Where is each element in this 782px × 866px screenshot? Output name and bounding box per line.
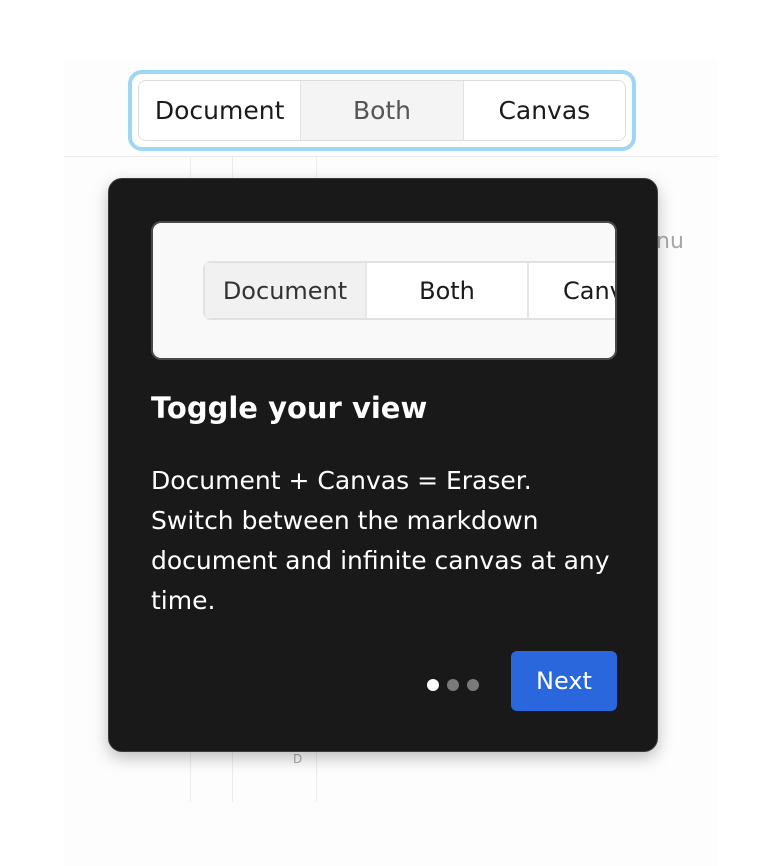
preview-toggle-canvas: Canv (529, 263, 615, 318)
step-dot-3 (467, 679, 479, 691)
preview-toggle-both: Both (367, 263, 529, 318)
tooltip-title: Toggle your view (151, 391, 428, 425)
background-small-label: D (293, 752, 303, 766)
next-button[interactable]: Next (511, 651, 617, 711)
step-indicator (427, 679, 479, 691)
preview-view-toggle: Document Both Canv (203, 261, 615, 320)
onboarding-tooltip: Document Both Canv Toggle your view Docu… (108, 178, 658, 752)
background-menu-text: nu (656, 229, 684, 254)
step-dot-1 (427, 679, 439, 691)
tooltip-preview-image: Document Both Canv (151, 221, 617, 360)
view-toggle-canvas[interactable]: Canvas (463, 81, 625, 140)
background-divider (64, 156, 718, 157)
view-toggle-document[interactable]: Document (139, 81, 302, 140)
view-toggle: Document Both Canvas (138, 80, 626, 141)
step-dot-2 (447, 679, 459, 691)
app-stage: nu D Document Both Canvas Document Both … (0, 0, 782, 866)
view-toggle-both[interactable]: Both (301, 81, 464, 140)
tooltip-body: Document + Canvas = Eraser. Switch betwe… (151, 466, 610, 615)
preview-toggle-document: Document (205, 263, 367, 318)
